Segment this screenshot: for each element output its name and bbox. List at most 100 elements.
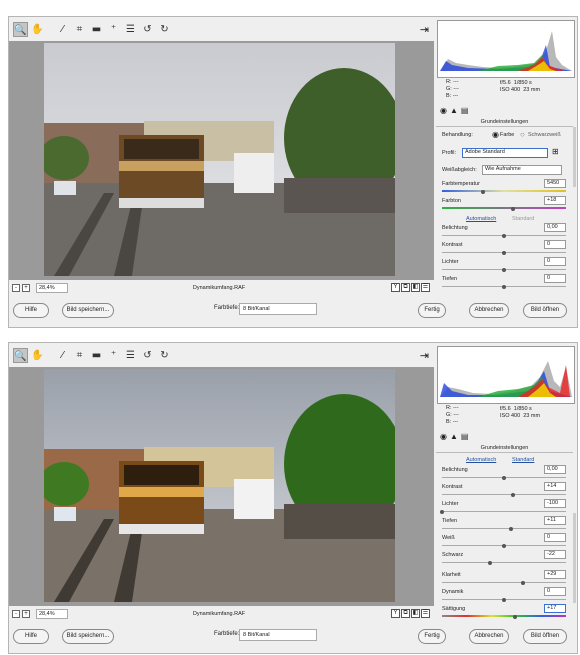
slider-thumb[interactable]	[502, 251, 506, 255]
basic-tab-icon[interactable]: ◉	[440, 432, 447, 441]
done-button[interactable]: Fertig	[418, 629, 446, 644]
slider-value[interactable]: +11	[544, 516, 566, 525]
swap-settings-button[interactable]: ◧	[411, 609, 420, 618]
before-after-y-button[interactable]: Y	[391, 283, 400, 292]
swap-settings-button[interactable]: ◧	[411, 283, 420, 292]
save-image-button[interactable]: Bild speichern...	[62, 629, 114, 644]
help-button[interactable]: Hilfe	[13, 629, 49, 644]
spot-removal-icon[interactable]: ⁺	[106, 348, 121, 363]
before-after-split-button[interactable]: ⧉	[401, 283, 410, 292]
slider-thumb[interactable]	[502, 285, 506, 289]
profile-browser-icon[interactable]: ⊞	[552, 147, 559, 156]
crop-icon[interactable]: ⌗	[72, 348, 87, 363]
slider-thumb[interactable]	[502, 268, 506, 272]
depth-select[interactable]: 8 Bit/Kanal	[239, 303, 317, 315]
tone-curve-tab-icon[interactable]: ▲	[450, 432, 458, 441]
list-icon[interactable]: ☰	[123, 22, 138, 37]
slider-value[interactable]: +14	[544, 482, 566, 491]
slider-value[interactable]: 5450	[544, 179, 566, 188]
white-balance-icon[interactable]: ⁄	[55, 348, 70, 363]
tint-slider[interactable]: Farbton +18	[442, 196, 566, 215]
slider-value[interactable]: 0	[544, 274, 566, 283]
spot-removal-icon[interactable]: ⁺	[106, 22, 121, 37]
zoom-icon[interactable]: 🔍	[13, 347, 28, 363]
before-after-y-button[interactable]: Y	[391, 609, 400, 618]
open-image-button[interactable]: Bild öffnen	[523, 303, 567, 318]
rotate-cw-icon[interactable]: ↻	[157, 348, 172, 363]
panel-scrollbar[interactable]	[573, 513, 576, 603]
toggle-settings-button[interactable]: ☰	[421, 283, 430, 292]
schwarz-slider[interactable]: Schwarz -22	[442, 550, 566, 569]
wb-select[interactable]: Wie Aufnahme	[482, 165, 562, 175]
before-after-split-button[interactable]: ⧉	[401, 609, 410, 618]
zoom-in-button[interactable]: +	[22, 609, 30, 618]
slider-thumb[interactable]	[502, 544, 506, 548]
slider-thumb[interactable]	[513, 615, 518, 619]
slider-value[interactable]: 0	[544, 587, 566, 596]
detail-tab-icon[interactable]: ▤	[461, 106, 469, 115]
slider-thumb[interactable]	[502, 476, 506, 480]
slider-thumb[interactable]	[488, 561, 493, 565]
hand-icon[interactable]: ✋	[30, 348, 45, 363]
standard-link[interactable]: Standard	[512, 216, 534, 222]
zoom-out-button[interactable]: -	[12, 609, 20, 618]
slider-thumb[interactable]	[509, 527, 514, 531]
cancel-button[interactable]: Abbrechen	[469, 629, 509, 644]
profile-select[interactable]: Adobe Standard	[462, 148, 548, 158]
list-icon[interactable]: ☰	[123, 348, 138, 363]
toggle-settings-button[interactable]: ☰	[421, 609, 430, 618]
slider-value[interactable]: -22	[544, 550, 566, 559]
slider-value[interactable]: +18	[544, 196, 566, 205]
tone-curve-tab-icon[interactable]: ▲	[450, 106, 458, 115]
export-icon[interactable]: ⇥	[417, 348, 432, 363]
done-button[interactable]: Fertig	[418, 303, 446, 318]
rotate-ccw-icon[interactable]: ↺	[140, 348, 155, 363]
slider-thumb[interactable]	[480, 190, 485, 194]
slider-value[interactable]: 0,00	[544, 223, 566, 232]
export-icon[interactable]: ⇥	[417, 22, 432, 37]
slider-value[interactable]: 0	[544, 533, 566, 542]
white-balance-icon[interactable]: ⁄	[55, 22, 70, 37]
color-radio-icon[interactable]: ◉	[492, 130, 499, 139]
zoom-level-select[interactable]: 28,4%	[36, 282, 68, 293]
slider-value[interactable]: -100	[544, 499, 566, 508]
depth-select[interactable]: 8 Bit/Kanal	[239, 629, 317, 641]
image-canvas[interactable]	[9, 41, 434, 280]
sättigung-slider[interactable]: Sättigung +17	[442, 604, 566, 623]
slider-thumb[interactable]	[502, 598, 506, 602]
bw-radio-icon[interactable]: ○	[520, 130, 525, 139]
save-image-button[interactable]: Bild speichern...	[62, 303, 114, 318]
slider-value[interactable]: 0,00	[544, 465, 566, 474]
hand-icon[interactable]: ✋	[30, 22, 45, 37]
slider-value[interactable]: 0	[544, 240, 566, 249]
panel-scrollbar[interactable]	[573, 127, 576, 187]
detail-tab-icon[interactable]: ▤	[461, 432, 469, 441]
help-button[interactable]: Hilfe	[13, 303, 49, 318]
zoom-out-button[interactable]: -	[12, 283, 20, 292]
zoom-in-button[interactable]: +	[22, 283, 30, 292]
straighten-icon[interactable]: ▬	[89, 22, 104, 37]
rotate-ccw-icon[interactable]: ↺	[140, 22, 155, 37]
tiefen-slider[interactable]: Tiefen 0	[442, 274, 566, 293]
straighten-icon[interactable]: ▬	[89, 348, 104, 363]
slider-thumb[interactable]	[440, 510, 444, 514]
slider-thumb[interactable]	[510, 493, 515, 497]
image-canvas[interactable]	[9, 367, 434, 606]
slider-value[interactable]: +29	[544, 570, 566, 579]
slider-value[interactable]: 0	[544, 257, 566, 266]
standard-link[interactable]: Standard	[512, 457, 534, 463]
auto-link[interactable]: Automatisch	[466, 457, 496, 463]
wb-sliders: Farbtemperatur 5450 Farbton +18	[442, 179, 566, 215]
slider-value[interactable]: +17	[544, 604, 566, 613]
crop-icon[interactable]: ⌗	[72, 22, 87, 37]
slider-thumb[interactable]	[502, 234, 506, 238]
open-image-button[interactable]: Bild öffnen	[523, 629, 567, 644]
rotate-cw-icon[interactable]: ↻	[157, 22, 172, 37]
cancel-button[interactable]: Abbrechen	[469, 303, 509, 318]
zoom-icon[interactable]: 🔍	[13, 21, 28, 37]
auto-link[interactable]: Automatisch	[466, 216, 496, 222]
zoom-level-select[interactable]: 28,4%	[36, 608, 68, 619]
slider-thumb[interactable]	[510, 207, 515, 211]
basic-tab-icon[interactable]: ◉	[440, 106, 447, 115]
slider-thumb[interactable]	[520, 581, 525, 585]
